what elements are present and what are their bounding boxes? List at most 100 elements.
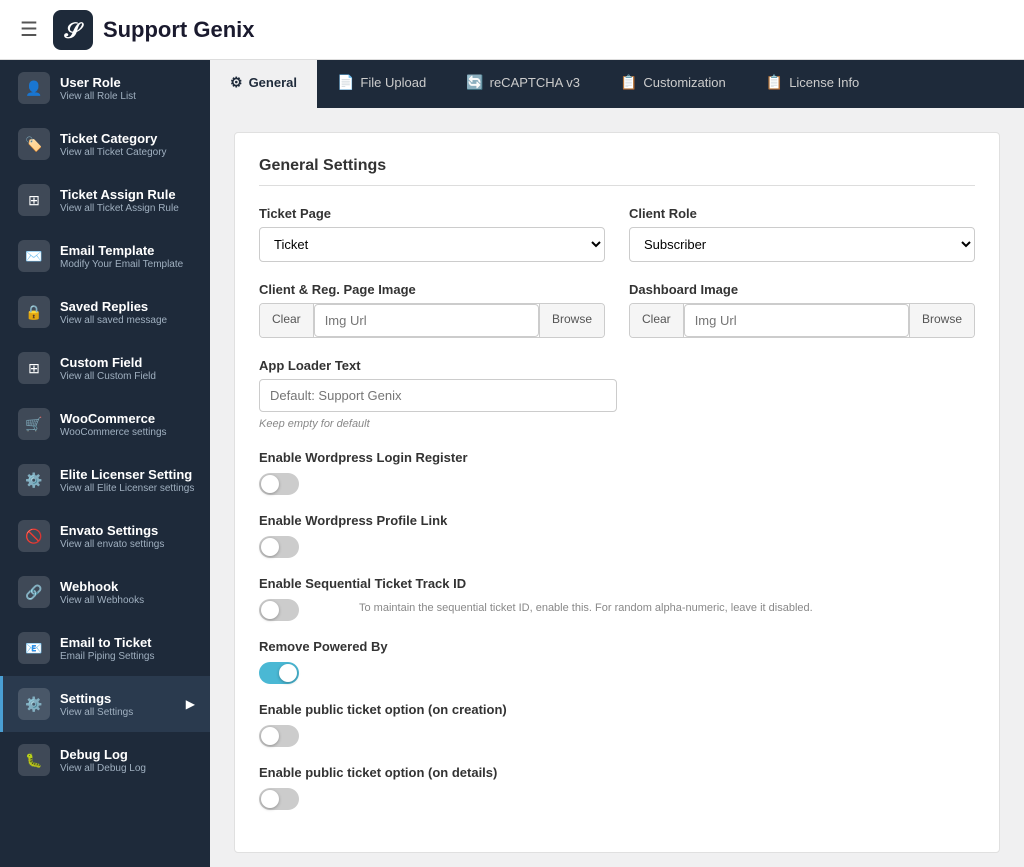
sidebar-texts-custom-field: Custom Field View all Custom Field	[60, 355, 195, 382]
sidebar-texts-webhook: Webhook View all Webhooks	[60, 579, 195, 606]
sidebar-icon-ticket-assign-rule: ⊞	[18, 184, 50, 216]
sidebar-texts-user-role: User Role View all Role List	[60, 75, 195, 102]
sidebar-item-custom-field[interactable]: ⊞ Custom Field View all Custom Field	[0, 340, 210, 396]
sidebar-texts-ticket-category: Ticket Category View all Ticket Category	[60, 131, 195, 158]
ticket-page-select[interactable]: TicketSupportHelp Desk	[259, 227, 605, 262]
dashboard-image-group: Dashboard Image Clear Browse	[629, 282, 975, 338]
sidebar-icon-saved-replies: 🔒	[18, 296, 50, 328]
toggle-switch-public-ticket-creation[interactable]	[259, 725, 299, 747]
sidebar-title-ticket-assign-rule: Ticket Assign Rule	[60, 187, 195, 202]
tab-icon-general: ⚙	[230, 74, 243, 91]
sidebar-title-woocommerce: WooCommerce	[60, 411, 195, 426]
toggle-wrapper-wp-profile-link	[259, 536, 975, 558]
sidebar-item-user-role[interactable]: 👤 User Role View all Role List	[0, 60, 210, 116]
tab-label-file-upload: File Upload	[360, 75, 426, 90]
toggle-label-remove-powered-by: Remove Powered By	[259, 639, 975, 654]
dashboard-browse-button[interactable]: Browse	[909, 304, 974, 337]
toggle-switch-public-ticket-details[interactable]	[259, 788, 299, 810]
dashboard-clear-button[interactable]: Clear	[630, 304, 684, 337]
sidebar-title-settings: Settings	[60, 691, 181, 706]
toggle-wrapper-public-ticket-creation	[259, 725, 975, 747]
toggle-label-sequential-ticket: Enable Sequential Ticket Track ID	[259, 576, 975, 591]
sidebar-item-email-template[interactable]: ✉️ Email Template Modify Your Email Temp…	[0, 228, 210, 284]
tab-file-upload[interactable]: 📄 File Upload	[317, 60, 446, 108]
logo-icon: 𝒮	[53, 10, 93, 50]
client-reg-clear-button[interactable]: Clear	[260, 304, 314, 337]
client-role-select[interactable]: SubscriberCustomerEditor	[629, 227, 975, 262]
toggle-wrapper-wp-login-register	[259, 473, 975, 495]
sidebar-subtitle-debug-log: View all Debug Log	[60, 763, 195, 774]
sidebar-item-webhook[interactable]: 🔗 Webhook View all Webhooks	[0, 564, 210, 620]
toggle-label-wp-login-register: Enable Wordpress Login Register	[259, 450, 975, 465]
dashboard-url-input[interactable]	[684, 304, 909, 337]
ticket-client-row: Ticket Page TicketSupportHelp Desk Clien…	[259, 206, 975, 262]
tab-label-license-info: License Info	[789, 75, 859, 90]
sidebar-subtitle-settings: View all Settings	[60, 707, 181, 718]
tab-recaptcha[interactable]: 🔄reCAPTCHA v3	[446, 60, 600, 108]
image-row: Client & Reg. Page Image Clear Browse Da…	[259, 282, 975, 338]
sidebar-title-custom-field: Custom Field	[60, 355, 195, 370]
sidebar-icon-envato-settings: 🚫	[18, 520, 50, 552]
toggle-row-public-ticket-details: Enable public ticket option (on details)	[259, 765, 975, 810]
toggle-label-public-ticket-details: Enable public ticket option (on details)	[259, 765, 975, 780]
sidebar-item-debug-log[interactable]: 🐛 Debug Log View all Debug Log	[0, 732, 210, 788]
tab-general[interactable]: ⚙ General	[210, 60, 317, 108]
tab-license-info[interactable]: 📋 License Info	[746, 60, 880, 108]
tab-icon-file-upload: 📄	[337, 74, 354, 91]
toggle-wrapper-public-ticket-details	[259, 788, 975, 810]
toggle-label-wp-profile-link: Enable Wordpress Profile Link	[259, 513, 975, 528]
svg-text:𝒮: 𝒮	[63, 18, 84, 43]
toggle-row-sequential-ticket: Enable Sequential Ticket Track ID To mai…	[259, 576, 975, 621]
sidebar-subtitle-email-to-ticket: Email Piping Settings	[60, 651, 195, 662]
section-title: General Settings	[259, 157, 975, 186]
main-content: ⚙ General 📄 File Upload 🔄reCAPTCHA v3📋Custom…	[210, 60, 1024, 867]
sidebar-item-saved-replies[interactable]: 🔒 Saved Replies View all saved message	[0, 284, 210, 340]
toggle-switch-wp-profile-link[interactable]	[259, 536, 299, 558]
sidebar-subtitle-webhook: View all Webhooks	[60, 595, 195, 606]
sidebar-icon-elite-licenser: ⚙️	[18, 464, 50, 496]
client-reg-browse-button[interactable]: Browse	[539, 304, 604, 337]
hamburger-menu[interactable]: ☰	[20, 17, 38, 42]
sidebar-title-email-template: Email Template	[60, 243, 195, 258]
sidebar-title-debug-log: Debug Log	[60, 747, 195, 762]
sidebar-item-settings[interactable]: ⚙️ Settings View all Settings ▶	[0, 676, 210, 732]
toggle-switch-remove-powered-by[interactable]	[259, 662, 299, 684]
ticket-page-group: Ticket Page TicketSupportHelp Desk	[259, 206, 605, 262]
client-role-group: Client Role SubscriberCustomerEditor	[629, 206, 975, 262]
sidebar-texts-ticket-assign-rule: Ticket Assign Rule View all Ticket Assig…	[60, 187, 195, 214]
sidebar-item-woocommerce[interactable]: 🛒 WooCommerce WooCommerce settings	[0, 396, 210, 452]
dashboard-image-input-group: Clear Browse	[629, 303, 975, 338]
tab-icon-customization: 📋	[620, 74, 637, 91]
toggle-switch-wp-login-register[interactable]	[259, 473, 299, 495]
content-area: General Settings Ticket Page TicketSuppo…	[210, 108, 1024, 867]
sidebar-subtitle-saved-replies: View all saved message	[60, 315, 195, 326]
toggle-switch-sequential-ticket[interactable]	[259, 599, 299, 621]
sidebar-subtitle-elite-licenser: View all Elite Licenser settings	[60, 483, 195, 494]
sidebar-item-envato-settings[interactable]: 🚫 Envato Settings View all envato settin…	[0, 508, 210, 564]
sidebar-arrow-settings: ▶	[186, 697, 195, 711]
sidebar-item-ticket-assign-rule[interactable]: ⊞ Ticket Assign Rule View all Ticket Ass…	[0, 172, 210, 228]
sidebar-texts-debug-log: Debug Log View all Debug Log	[60, 747, 195, 774]
sidebar-item-elite-licenser[interactable]: ⚙️ Elite Licenser Setting View all Elite…	[0, 452, 210, 508]
toggle-row-remove-powered-by: Remove Powered By	[259, 639, 975, 684]
sidebar-item-ticket-category[interactable]: 🏷️ Ticket Category View all Ticket Categ…	[0, 116, 210, 172]
app-loader-label: App Loader Text	[259, 358, 617, 373]
app-loader-row: App Loader Text Keep empty for default	[259, 358, 975, 430]
tab-label-general: General	[249, 75, 297, 90]
tab-customization[interactable]: 📋Customization	[600, 60, 746, 108]
sidebar-icon-settings: ⚙️	[18, 688, 50, 720]
tab-icon-recaptcha: 🔄	[466, 74, 483, 91]
sidebar-item-email-to-ticket[interactable]: 📧 Email to Ticket Email Piping Settings	[0, 620, 210, 676]
app-loader-input[interactable]	[259, 379, 617, 412]
client-reg-url-input[interactable]	[314, 304, 539, 337]
client-role-label: Client Role	[629, 206, 975, 221]
tab-icon-license-info: 📋	[766, 74, 783, 91]
sidebar-texts-envato-settings: Envato Settings View all envato settings	[60, 523, 195, 550]
sidebar-texts-elite-licenser: Elite Licenser Setting View all Elite Li…	[60, 467, 195, 494]
sidebar-title-envato-settings: Envato Settings	[60, 523, 195, 538]
sidebar-title-webhook: Webhook	[60, 579, 195, 594]
app-logo: 𝒮 Support Genix	[53, 10, 255, 50]
sidebar-texts-email-to-ticket: Email to Ticket Email Piping Settings	[60, 635, 195, 662]
settings-card: General Settings Ticket Page TicketSuppo…	[234, 132, 1000, 853]
app-name: Support Genix	[103, 17, 255, 43]
